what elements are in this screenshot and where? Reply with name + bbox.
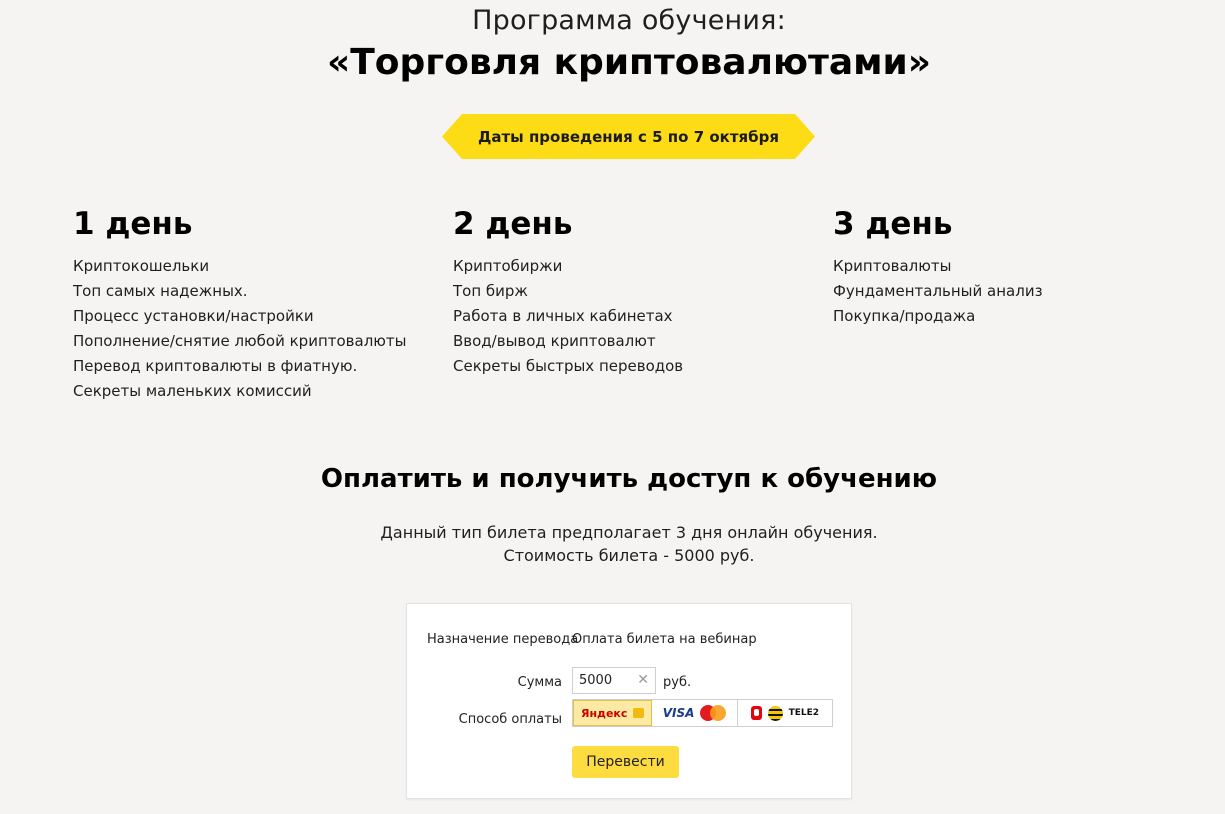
day-1-topic: Перевод криптовалюты в фиатную. [73,357,358,375]
day-3-topics: Криптовалюты Фундаментальный анализ Поку… [833,254,1193,329]
yandex-money-option[interactable]: Яндекс [573,700,653,726]
day-1-topics: Криптокошельки Топ самых надежных. Проце… [73,254,433,404]
day-1-topic: Пополнение/снятие любой криптовалюты [73,332,407,350]
beeline-icon [767,705,783,721]
dates-banner-text: Даты проведения с 5 по 7 октября [477,127,780,146]
payment-description: Данный тип билета предполагает 3 дня онл… [0,521,1225,567]
currency-label: руб. [663,675,692,690]
amount-value: 5000 [579,673,613,688]
day-2-topic: Топ бирж [453,282,528,300]
yandex-logo: Яндекс [580,706,628,720]
day-3-column: 3 день Криптовалюты Фундаментальный анал… [833,204,1193,329]
visa-logo: VISA [662,706,695,720]
day-3-title: 3 день [833,206,953,242]
dates-banner: Даты проведения с 5 по 7 октября [442,114,815,159]
payment-method-selector: Яндекс VISA TELE2 [572,699,833,727]
mobile-payment-option[interactable]: TELE2 [738,700,832,726]
day-1-topic: Процесс установки/настройки [73,307,314,325]
day-2-column: 2 день Криптобиржи Топ бирж Работа в лич… [453,204,813,379]
day-3-topic: Криптовалюты [833,257,952,275]
payment-method-label: Способ оплаты [458,712,562,727]
transfer-button[interactable]: Перевести [572,746,679,778]
clear-icon[interactable]: ✕ [637,668,649,693]
mastercard-icon [700,705,727,721]
day-1-column: 1 день Криптокошельки Топ самых надежных… [73,204,433,404]
amount-input[interactable]: 5000 ✕ [572,667,656,694]
wallet-icon [633,708,645,718]
day-1-topic: Топ самых надежных. [73,282,248,300]
day-2-topic: Криптобиржи [453,257,563,275]
payment-widget: Назначение перевода Оплата билета на веб… [406,603,852,799]
purpose-value: Оплата билета на вебинар [572,632,757,647]
mts-icon [750,706,762,720]
day-2-topic: Ввод/вывод криптовалют [453,332,656,350]
day-2-topic: Секреты быстрых переводов [453,357,684,375]
day-2-topics: Криптобиржи Топ бирж Работа в личных каб… [453,254,813,379]
ticket-price-line: Стоимость билета - 5000 руб. [503,546,755,565]
day-2-title: 2 день [453,206,573,242]
tele2-logo: TELE2 [788,708,820,718]
day-1-topic: Криптокошельки [73,257,210,275]
bank-card-option[interactable]: VISA [652,700,738,726]
day-3-topic: Покупка/продажа [833,307,976,325]
program-title: «Торговля криптовалютами» [326,42,932,83]
program-subtitle: Программа обучения: [472,5,786,36]
amount-label: Сумма [517,675,562,690]
day-1-topic: Секреты маленьких комиссий [73,382,312,400]
payment-description-line: Данный тип билета предполагает 3 дня онл… [380,523,878,542]
day-2-topic: Работа в личных кабинетах [453,307,673,325]
day-3-topic: Фундаментальный анализ [833,282,1043,300]
payment-title: Оплатить и получить доступ к обучению [320,464,938,494]
day-1-title: 1 день [73,206,193,242]
purpose-label: Назначение перевода [427,632,579,647]
